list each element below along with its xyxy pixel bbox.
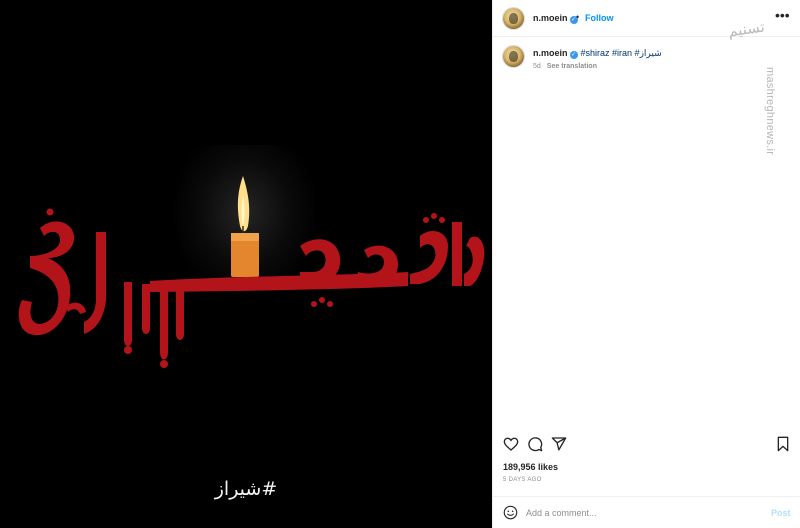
comment-input[interactable]: [526, 504, 756, 521]
emoji-icon[interactable]: [503, 505, 518, 520]
post-side-panel: n.moein ✓ • Follow ••• تسنیم mashreghnews…: [492, 0, 800, 528]
caption-meta: 5d See translation: [533, 63, 597, 70]
comment-icon[interactable]: [527, 436, 543, 452]
author-avatar[interactable]: [503, 8, 524, 29]
watermark-url: mashreghnews.ir: [764, 67, 776, 156]
calligraphy-artwork: [18, 176, 485, 368]
share-icon[interactable]: [551, 436, 567, 452]
watermark-logo: تسنیم: [726, 17, 766, 41]
author-username-text[interactable]: n.moein: [533, 13, 568, 23]
media-hashtag-text: #شیراز: [214, 478, 278, 500]
caption-avatar[interactable]: [503, 46, 524, 67]
post-date[interactable]: 5 DAYS AGO: [503, 477, 542, 483]
caption-age: 5d: [533, 63, 541, 70]
post-actions-bar: [493, 432, 800, 454]
likes-count[interactable]: 189,956 likes: [503, 462, 558, 472]
post-media[interactable]: #شیراز: [0, 0, 492, 528]
caption-hashtags[interactable]: #shiraz #iran #شیراز: [581, 48, 662, 58]
bookmark-icon[interactable]: [775, 436, 791, 452]
see-translation-link[interactable]: See translation: [547, 63, 597, 70]
verified-badge-icon: ✓: [569, 51, 578, 59]
author-username[interactable]: n.moein ✓: [533, 13, 578, 24]
heart-icon[interactable]: [503, 436, 519, 452]
follow-button[interactable]: Follow: [585, 13, 614, 23]
post-comment-button[interactable]: Post: [771, 508, 791, 518]
header-separator: •: [576, 12, 580, 22]
news-watermark: تسنیم mashreghnews.ir: [727, 12, 800, 156]
caption-username[interactable]: n.moein: [533, 48, 568, 58]
comment-bar: Post: [493, 496, 800, 528]
candle-icon: [231, 176, 259, 277]
caption-line: n.moein ✓ #shiraz #iran #شیراز: [533, 48, 662, 59]
